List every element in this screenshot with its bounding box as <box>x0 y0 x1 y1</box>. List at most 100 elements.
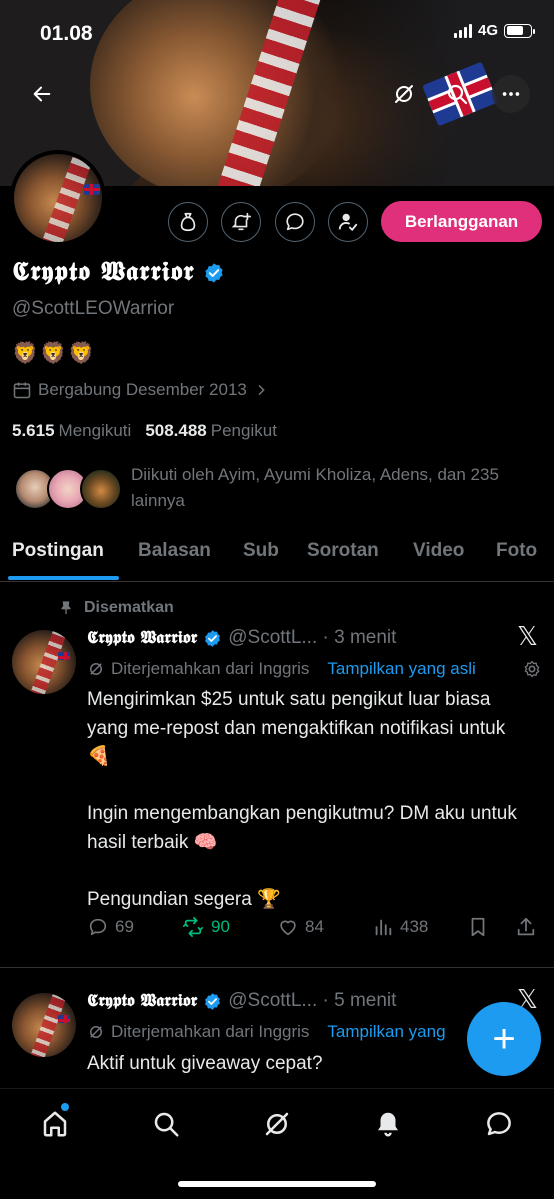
post-author[interactable]: 𝕮𝖗𝖞𝖕𝖙𝖔 𝖂𝖆𝖗𝖗𝖎𝖔𝖗 @ScottL... · 5 menit <box>87 990 396 1012</box>
post-actions: 69 90 84 438 <box>87 916 542 944</box>
translated-from-text: Diterjemahkan dari Inggris <box>111 1022 310 1041</box>
tab-video[interactable]: Video <box>413 540 464 562</box>
following-count: 5.615 <box>12 421 55 440</box>
following-button[interactable] <box>328 202 368 242</box>
gear-icon <box>524 660 540 678</box>
share-icon <box>517 917 535 936</box>
reply-icon <box>89 918 107 936</box>
pinned-label: Disematkan <box>58 599 174 617</box>
nav-messages[interactable] <box>482 1107 516 1141</box>
verified-badge-icon <box>203 629 222 648</box>
post-author-name: 𝕮𝖗𝖞𝖕𝖙𝖔 𝖂𝖆𝖗𝖗𝖎𝖔𝖗 <box>87 628 198 648</box>
followed-by-avatars[interactable] <box>14 468 122 512</box>
nav-search[interactable] <box>149 1107 183 1141</box>
post-divider <box>0 967 554 968</box>
chat-bubble-icon <box>487 1112 511 1136</box>
show-original-link[interactable]: Tampilkan yang asli <box>327 659 475 679</box>
bell-plus-icon <box>231 212 251 231</box>
reply-button[interactable]: 69 <box>87 916 134 938</box>
view-count: 438 <box>400 917 429 936</box>
verified-badge-icon <box>203 992 222 1011</box>
compose-button[interactable]: + <box>467 1002 541 1076</box>
followers-label: Pengikut <box>210 421 277 440</box>
tip-button[interactable] <box>168 202 208 242</box>
network-label: 4G <box>477 22 498 39</box>
post-author-name: 𝕮𝖗𝖞𝖕𝖙𝖔 𝖂𝖆𝖗𝖗𝖎𝖔𝖗 <box>87 991 198 1011</box>
post-handle-time: @ScottL... · 5 menit <box>228 990 397 1011</box>
tab-posts[interactable]: Postingan <box>12 540 104 562</box>
following-link[interactable]: 5.615 Mengikuti <box>12 421 131 441</box>
profile-tabs: Postingan Balasan Sub Sorotan Video Foto <box>0 530 554 582</box>
search-icon <box>447 84 468 105</box>
tab-highlights[interactable]: Sorotan <box>307 540 379 562</box>
status-icons: 4G <box>453 22 535 39</box>
tab-subs[interactable]: Sub <box>243 540 279 562</box>
profile-avatar[interactable] <box>10 150 106 246</box>
profile-handle: @ScottLEOWarrior <box>12 298 175 319</box>
translated-from-text: Diterjemahkan dari Inggris <box>111 659 310 678</box>
translate-icon <box>90 663 102 675</box>
message-button[interactable] <box>275 202 315 242</box>
display-name: 𝕮𝖗𝖞𝖕𝖙𝖔 𝖂𝖆𝖗𝖗𝖎𝖔𝖗 <box>12 257 225 288</box>
more-button[interactable] <box>492 75 530 113</box>
tab-photos[interactable]: Foto <box>496 540 537 562</box>
followers-count: 508.488 <box>145 421 207 440</box>
tab-replies[interactable]: Balasan <box>138 540 211 562</box>
joined-date: Bergabung Desember 2013 <box>12 380 269 400</box>
notify-button[interactable] <box>221 202 261 242</box>
nav-grok[interactable] <box>260 1107 294 1141</box>
person-check-icon <box>338 213 358 232</box>
post-author[interactable]: 𝕮𝖗𝖞𝖕𝖙𝖔 𝖂𝖆𝖗𝖗𝖎𝖔𝖗 @ScottL... · 3 menit <box>87 627 396 649</box>
grok-button[interactable] <box>385 75 423 113</box>
joined-date-text: Bergabung Desember 2013 <box>38 380 247 399</box>
subscribe-button[interactable]: Berlangganan <box>381 201 542 242</box>
home-indicator <box>178 1181 376 1187</box>
nav-home[interactable] <box>38 1107 72 1141</box>
like-button[interactable]: 84 <box>277 916 324 938</box>
pinned-text: Disematkan <box>84 599 174 616</box>
follow-stats: 5.615 Mengikuti 508.488 Pengikut <box>12 421 277 441</box>
search-button[interactable] <box>438 75 476 113</box>
translation-note: Diterjemahkan dari Inggris Tampilkan yan… <box>87 659 476 679</box>
analytics-icon <box>375 919 392 936</box>
x-logo-icon: 𝕏 <box>517 622 538 652</box>
active-tab-indicator <box>8 576 119 580</box>
status-time: 01.08 <box>40 22 93 45</box>
heart-icon <box>280 920 296 936</box>
repost-count: 90 <box>211 917 230 936</box>
translate-icon <box>90 1026 102 1038</box>
grok-icon <box>265 1112 289 1136</box>
post-avatar[interactable] <box>12 630 76 694</box>
pin-icon <box>61 601 71 614</box>
following-label: Mengikuti <box>58 421 132 440</box>
nav-notifications[interactable] <box>371 1107 405 1141</box>
followers-link[interactable]: 508.488 Pengikut <box>145 421 277 441</box>
followed-by-text[interactable]: Diikuti oleh Ayim, Ayumi Kholiza, Adens,… <box>131 462 531 514</box>
like-count: 84 <box>305 917 324 936</box>
repost-icon <box>182 916 204 938</box>
post-avatar[interactable] <box>12 993 76 1057</box>
repost-button[interactable]: 90 <box>181 916 230 938</box>
follower-avatar <box>80 468 122 510</box>
post-text: Aktif untuk giveaway cepat? <box>87 1053 323 1074</box>
post-handle-time: @ScottL... · 3 menit <box>228 627 397 648</box>
search-icon <box>154 1112 179 1137</box>
chevron-right-icon[interactable] <box>253 382 269 398</box>
bell-icon <box>378 1112 398 1137</box>
translation-note: Diterjemahkan dari Inggris Tampilkan yan… <box>87 1022 446 1042</box>
home-icon <box>43 1111 67 1137</box>
signal-icon <box>453 23 472 38</box>
views-button[interactable]: 438 <box>372 916 428 938</box>
share-button[interactable] <box>515 916 537 938</box>
display-name-text: 𝕮𝖗𝖞𝖕𝖙𝖔 𝖂𝖆𝖗𝖗𝖎𝖔𝖗 <box>12 257 195 287</box>
show-original-link[interactable]: Tampilkan yang <box>327 1022 445 1042</box>
grok-icon <box>395 85 413 103</box>
back-button[interactable] <box>23 75 61 113</box>
calendar-icon <box>13 382 31 399</box>
profile-bio: 🦁🦁🦁 <box>12 342 97 365</box>
bookmark-icon <box>471 917 485 937</box>
verified-badge-icon[interactable] <box>203 262 225 284</box>
bookmark-button[interactable] <box>467 916 489 938</box>
post-text: Mengirimkan $25 untuk satu pengikut luar… <box>87 689 517 910</box>
translation-settings-button[interactable] <box>522 659 542 684</box>
